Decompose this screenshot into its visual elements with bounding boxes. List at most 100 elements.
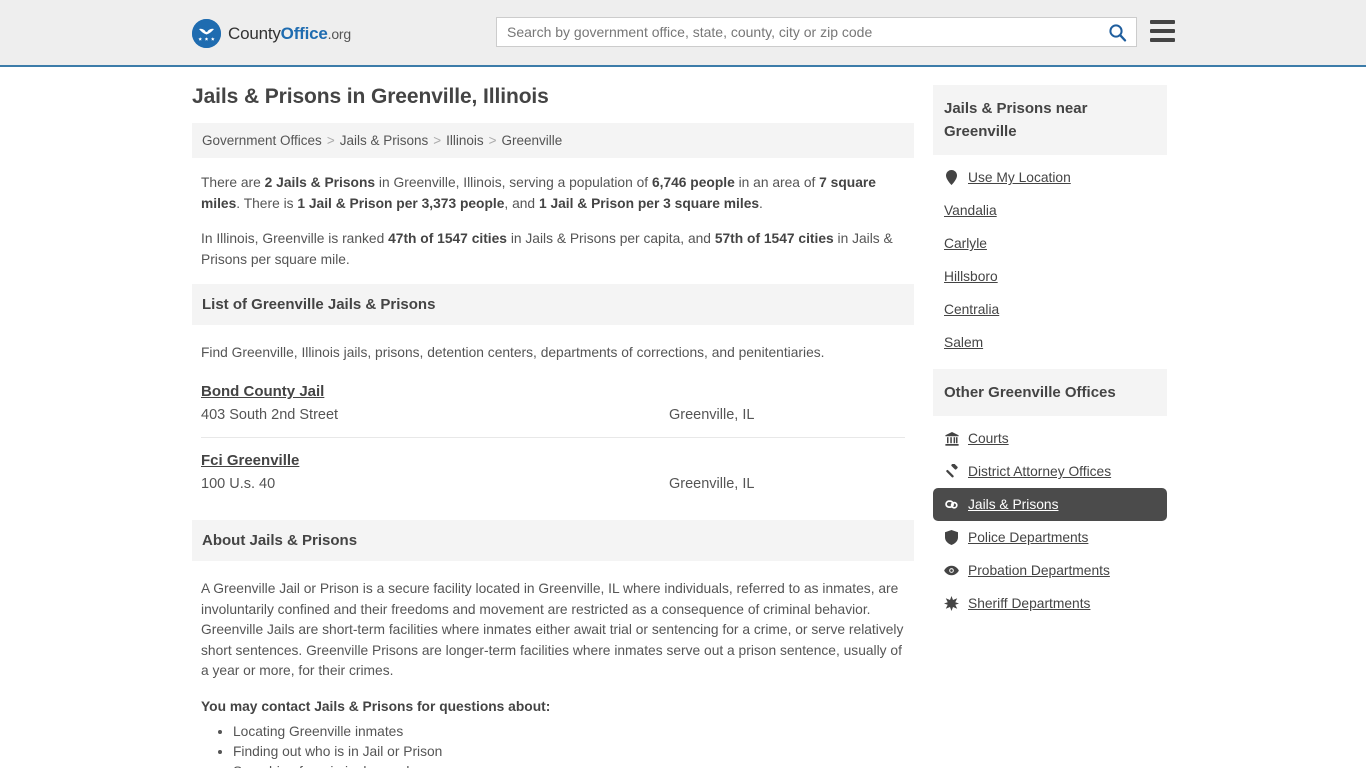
about-section-body: A Greenville Jail or Prison is a secure … xyxy=(192,579,914,768)
about-paragraph: A Greenville Jail or Prison is a secure … xyxy=(201,581,904,678)
gavel-icon xyxy=(944,464,959,479)
sidebar: Jails & Prisons near Greenville Use My L… xyxy=(933,85,1167,630)
nearby-list: Use My Location Vandalia Carlyle Hillsbo… xyxy=(933,155,1167,359)
sidebar-item-salem[interactable]: Salem xyxy=(933,326,1167,359)
site-logo[interactable]: CountyOffice.org xyxy=(192,19,351,48)
listing-name-link[interactable]: Bond County Jail xyxy=(201,383,324,400)
breadcrumb-item-jails-prisons[interactable]: Jails & Prisons xyxy=(340,133,429,148)
hamburger-bar xyxy=(1150,20,1175,24)
page-title: Jails & Prisons in Greenville, Illinois xyxy=(192,85,549,108)
breadcrumb-item-greenville[interactable]: Greenville xyxy=(502,133,563,148)
list-section-heading: List of Greenville Jails & Prisons xyxy=(192,284,914,325)
logo-text-county: County xyxy=(228,23,281,43)
sidebar-item-use-my-location[interactable]: Use My Location xyxy=(933,161,1167,194)
sidebar-item-probation-departments[interactable]: Probation Departments xyxy=(933,554,1167,587)
sheriff-star-icon xyxy=(944,596,959,611)
nearby-heading: Jails & Prisons near Greenville xyxy=(933,85,1167,155)
list-item: Finding out who is in Jail or Prison xyxy=(233,742,905,762)
about-section-heading: About Jails & Prisons xyxy=(192,520,914,561)
list-section-body: Find Greenville, Illinois jails, prisons… xyxy=(192,342,914,506)
logo-text: CountyOffice.org xyxy=(228,24,351,44)
nearby-city-label[interactable]: Carlyle xyxy=(944,236,987,251)
ranking-per-capita: 47th of 1547 cities xyxy=(388,231,507,246)
about-bullet-list: Locating Greenville inmates Finding out … xyxy=(201,722,905,768)
listing-city: Greenville, IL xyxy=(669,476,755,492)
list-item: Searching for criminal records xyxy=(233,762,905,768)
listing-details: 403 South 2nd Street Greenville, IL xyxy=(201,407,905,423)
use-my-location-label[interactable]: Use My Location xyxy=(968,170,1071,185)
sidebar-item-label[interactable]: Courts xyxy=(968,431,1009,446)
intro-stat-population: 6,746 people xyxy=(651,175,735,190)
sidebar-item-district-attorney-offices[interactable]: District Attorney Offices xyxy=(933,455,1167,488)
sidebar-item-vandalia[interactable]: Vandalia xyxy=(933,194,1167,227)
search-bar[interactable] xyxy=(496,17,1137,47)
sidebar-item-label[interactable]: Probation Departments xyxy=(968,563,1110,578)
list-item: Fci Greenville 100 U.s. 40 Greenville, I… xyxy=(201,452,905,506)
intro-paragraph-stats: There are 2 Jails & Prisons in Greenvill… xyxy=(192,172,914,214)
hamburger-bar xyxy=(1150,38,1175,42)
sidebar-item-label[interactable]: Jails & Prisons xyxy=(968,497,1058,512)
sidebar-item-jails-prisons[interactable]: Jails & Prisons xyxy=(933,488,1167,521)
sidebar-item-courts[interactable]: Courts xyxy=(933,422,1167,455)
search-icon xyxy=(1108,23,1127,42)
intro-stat-count: 2 Jails & Prisons xyxy=(264,175,376,190)
eye-icon xyxy=(944,565,959,576)
breadcrumb: Government Offices > Jails & Prisons > I… xyxy=(192,123,914,158)
intro-text: . xyxy=(759,196,763,211)
sidebar-item-centralia[interactable]: Centralia xyxy=(933,293,1167,326)
intro-text: There are xyxy=(201,175,265,190)
map-pin-icon xyxy=(944,170,959,185)
eagle-stars-icon xyxy=(192,19,221,48)
sidebar-item-label[interactable]: Sheriff Departments xyxy=(968,596,1090,611)
site-header: CountyOffice.org xyxy=(0,0,1366,67)
listing-address: 100 U.s. 40 xyxy=(201,476,276,492)
breadcrumb-separator: > xyxy=(488,133,497,148)
intro-stat-per-sqmile: 1 Jail & Prison per 3 square miles xyxy=(538,196,760,211)
nearby-city-label[interactable]: Hillsboro xyxy=(944,269,998,284)
sidebar-item-label[interactable]: Police Departments xyxy=(968,530,1088,545)
hamburger-bar xyxy=(1150,29,1175,33)
search-input[interactable] xyxy=(497,18,1098,46)
intro-text: in Greenville, Illinois, serving a popul… xyxy=(375,175,652,190)
intro-text: . There is xyxy=(236,196,298,211)
ranking-text: In Illinois, Greenville is ranked xyxy=(201,231,389,246)
other-offices-list: Courts District Attorney Offices Jails &… xyxy=(933,416,1167,620)
about-subheading: You may contact Jails & Prisons for ques… xyxy=(201,698,551,714)
breadcrumb-item-government-offices[interactable]: Government Offices xyxy=(202,133,322,148)
sidebar-item-hillsboro[interactable]: Hillsboro xyxy=(933,260,1167,293)
shield-icon xyxy=(944,530,959,545)
handcuffs-icon xyxy=(944,498,959,512)
logo-text-office: Office xyxy=(280,23,328,43)
nearby-city-label[interactable]: Salem xyxy=(944,335,983,350)
search-button[interactable] xyxy=(1098,18,1136,46)
sidebar-item-label[interactable]: District Attorney Offices xyxy=(968,464,1111,479)
other-offices-heading: Other Greenville Offices xyxy=(933,369,1167,416)
list-section-description: Find Greenville, Illinois jails, prisons… xyxy=(201,345,825,360)
other-offices-card: Other Greenville Offices Courts District… xyxy=(933,369,1167,620)
breadcrumb-separator: > xyxy=(433,133,442,148)
page-body: Jails & Prisons in Greenville, Illinois … xyxy=(0,67,1366,768)
list-item: Locating Greenville inmates xyxy=(233,722,905,742)
intro-paragraph-ranking: In Illinois, Greenville is ranked 47th o… xyxy=(192,228,914,270)
breadcrumb-item-illinois[interactable]: Illinois xyxy=(446,133,484,148)
nearby-city-label[interactable]: Vandalia xyxy=(944,203,997,218)
ranking-text: in Jails & Prisons per capita, and xyxy=(506,231,715,246)
ranking-per-sqmile: 57th of 1547 cities xyxy=(714,231,834,246)
main-content: Jails & Prisons in Greenville, Illinois … xyxy=(192,85,914,768)
hamburger-menu-icon[interactable] xyxy=(1150,20,1175,42)
intro-text: , and xyxy=(504,196,539,211)
breadcrumb-separator: > xyxy=(326,133,335,148)
intro-text: in an area of xyxy=(734,175,820,190)
intro-stat-per-people: 1 Jail & Prison per 3,373 people xyxy=(297,196,505,211)
sidebar-item-police-departments[interactable]: Police Departments xyxy=(933,521,1167,554)
nearby-city-label[interactable]: Centralia xyxy=(944,302,999,317)
logo-text-org: .org xyxy=(327,25,352,42)
listing-name-link[interactable]: Fci Greenville xyxy=(201,452,299,469)
courthouse-icon xyxy=(944,431,959,446)
sidebar-item-carlyle[interactable]: Carlyle xyxy=(933,227,1167,260)
listing-address: 403 South 2nd Street xyxy=(201,407,339,423)
list-item: Bond County Jail 403 South 2nd Street Gr… xyxy=(201,383,905,438)
sidebar-item-sheriff-departments[interactable]: Sheriff Departments xyxy=(933,587,1167,620)
listing-city: Greenville, IL xyxy=(669,407,755,423)
listing-details: 100 U.s. 40 Greenville, IL xyxy=(201,476,905,492)
